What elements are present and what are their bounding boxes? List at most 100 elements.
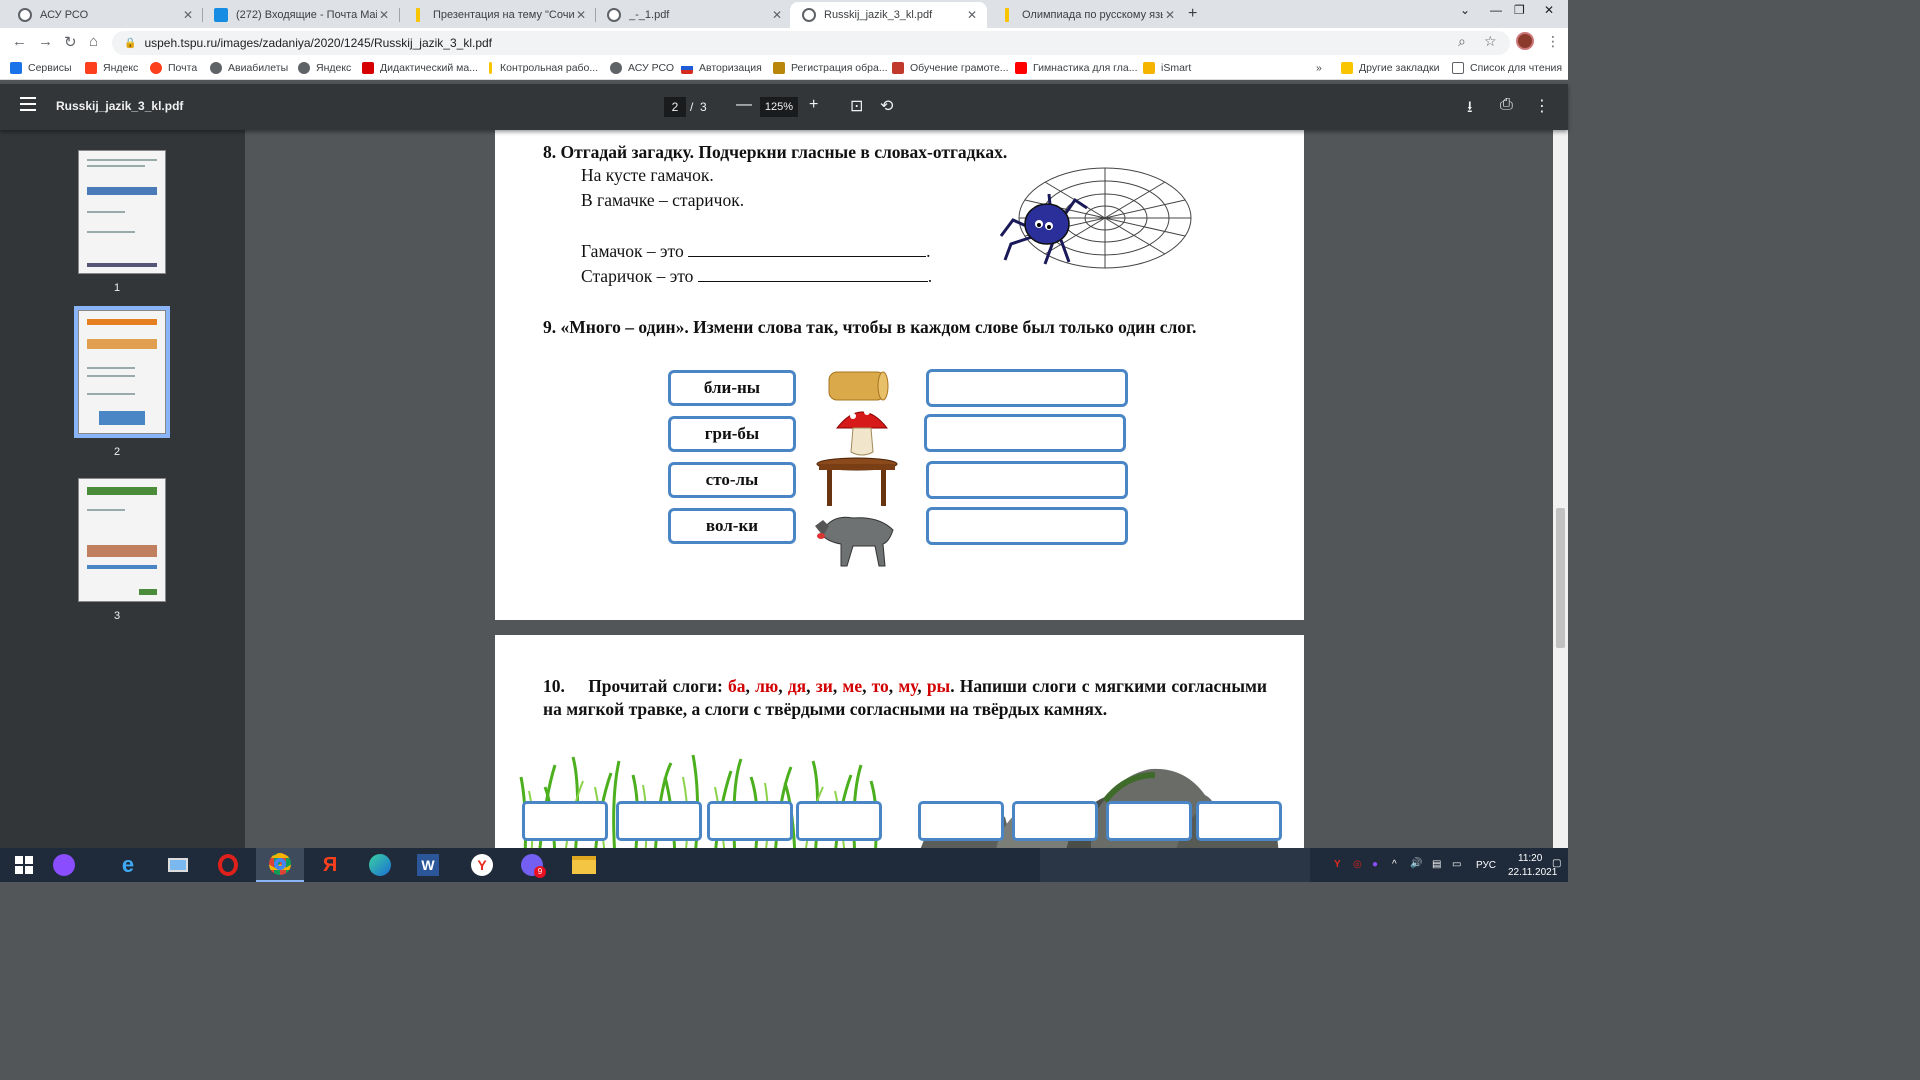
- back-icon[interactable]: ←: [12, 33, 27, 50]
- tab-mail[interactable]: (272) Входящие - Почта Mail.ru ✕: [202, 2, 399, 28]
- grass-answer-box-4[interactable]: [796, 801, 882, 841]
- grass-answer-box-1[interactable]: [522, 801, 608, 841]
- yandex-tray-icon[interactable]: Y: [1334, 859, 1341, 870]
- bookmark-servisy[interactable]: Сервисы: [10, 62, 72, 74]
- taskbar-yandex-browser[interactable]: Y: [458, 848, 506, 882]
- bookmark-ismart[interactable]: iSmart: [1143, 62, 1191, 74]
- answer-line-1: Гамачок – это .: [581, 241, 931, 261]
- word-icon: W: [417, 854, 439, 876]
- zoom-level-input[interactable]: 125%: [760, 97, 798, 117]
- reload-icon[interactable]: ↻: [64, 33, 77, 51]
- taskbar-chrome[interactable]: [256, 848, 304, 882]
- vertical-scrollbar[interactable]: [1553, 130, 1568, 848]
- tab-pdf-1[interactable]: _-_1.pdf ✕: [595, 2, 792, 28]
- network-icon[interactable]: ▤: [1432, 859, 1441, 870]
- windows-taskbar: e Я W Y 9 Y ◎ ● ^ 🔊 ▤ ▭ РУС 11:20 22.11.…: [0, 848, 1568, 882]
- close-window-button[interactable]: ✕: [1544, 3, 1554, 17]
- opera-tray-icon[interactable]: ◎: [1353, 859, 1362, 870]
- bookmark-registraciya[interactable]: Регистрация обра...: [773, 62, 888, 74]
- zoom-in-button[interactable]: +: [809, 96, 818, 114]
- bookmark-yandex[interactable]: Яндекс: [85, 62, 138, 74]
- new-tab-button[interactable]: +: [1188, 5, 1197, 23]
- taskbar-yandex[interactable]: Я: [306, 848, 354, 882]
- restore-button[interactable]: ❐: [1514, 3, 1525, 17]
- download-icon[interactable]: ⭳: [1467, 96, 1473, 123]
- tray-expand-icon[interactable]: ^: [1392, 859, 1397, 870]
- page-number-input[interactable]: 2: [664, 97, 686, 117]
- clock-date[interactable]: 22.11.2021: [1508, 867, 1557, 878]
- zoom-icon[interactable]: ⌕: [1458, 33, 1466, 50]
- language-indicator[interactable]: РУС: [1476, 860, 1496, 871]
- reading-list[interactable]: Список для чтения: [1452, 62, 1562, 74]
- stone-answer-box-1[interactable]: [918, 801, 1004, 841]
- bookmark-kontrolnaya[interactable]: Контрольная рабо...: [487, 62, 598, 74]
- browser-toolbar: ← → ↻ ⌂ 🔒 uspeh.tspu.ru/images/zadaniya/…: [0, 28, 1568, 58]
- answer-box-4[interactable]: [926, 507, 1128, 545]
- thumbnail-page-2[interactable]: [74, 306, 170, 438]
- more-actions-icon[interactable]: ⋮: [1534, 96, 1550, 116]
- close-icon[interactable]: ✕: [377, 8, 391, 22]
- answer-box-2[interactable]: [924, 414, 1126, 452]
- minimize-button[interactable]: —: [1490, 3, 1502, 17]
- close-icon[interactable]: ✕: [574, 8, 588, 22]
- grass-answer-box-3[interactable]: [707, 801, 793, 841]
- stone-answer-box-3[interactable]: [1106, 801, 1192, 841]
- fit-to-page-icon[interactable]: ⊡: [850, 96, 863, 116]
- thumbnail-page-3[interactable]: [78, 478, 166, 602]
- viber-tray-icon[interactable]: ●: [1372, 859, 1378, 870]
- clock-time[interactable]: 11:20: [1518, 853, 1542, 864]
- battery-icon[interactable]: ▭: [1452, 859, 1461, 870]
- alice-assistant-button[interactable]: [40, 848, 88, 882]
- yandex-mail-icon: [150, 62, 162, 74]
- scrollbar-thumb[interactable]: [1556, 508, 1565, 648]
- taskbar-explorer[interactable]: [560, 848, 608, 882]
- answer-blank[interactable]: [697, 267, 928, 282]
- tab-search-icon[interactable]: ⌄: [1460, 3, 1470, 17]
- tab-asu-rso[interactable]: АСУ РСО ✕: [6, 2, 203, 28]
- taskbar-viber[interactable]: 9: [508, 848, 556, 882]
- taskbar-ie[interactable]: e: [104, 848, 152, 882]
- thumbnail-page-1[interactable]: [78, 150, 166, 274]
- close-icon[interactable]: ✕: [1163, 8, 1177, 22]
- pdf-viewport[interactable]: 8. Отгадай загадку. Подчеркни гласные в …: [245, 130, 1553, 848]
- bookmark-aviabilety[interactable]: Авиабилеты: [210, 62, 288, 74]
- taskbar-computer[interactable]: [154, 848, 202, 882]
- answer-blank[interactable]: [688, 242, 927, 257]
- bookmark-obuchenie[interactable]: Обучение грамоте...: [892, 62, 1009, 74]
- taskbar-word[interactable]: W: [404, 848, 452, 882]
- print-icon[interactable]: ⎙: [1500, 96, 1513, 114]
- tab-olimpiada[interactable]: Олимпиада по русскому языку ✕: [988, 2, 1185, 28]
- answer-box-1[interactable]: [926, 369, 1128, 407]
- address-bar[interactable]: 🔒 uspeh.tspu.ru/images/zadaniya/2020/124…: [112, 31, 1510, 55]
- notifications-icon[interactable]: ▢: [1552, 858, 1561, 869]
- more-bookmarks-chevron[interactable]: »: [1316, 62, 1322, 74]
- bookmark-star-icon[interactable]: ☆: [1484, 33, 1497, 50]
- stone-answer-box-4[interactable]: [1196, 801, 1282, 841]
- taskbar-edge[interactable]: [356, 848, 404, 882]
- tab-presentation[interactable]: Презентация на тему "Сочиняе ✕: [399, 2, 596, 28]
- close-icon[interactable]: ✕: [770, 8, 784, 22]
- stone-answer-box-2[interactable]: [1012, 801, 1098, 841]
- taskbar-opera[interactable]: [204, 848, 252, 882]
- bookmark-other[interactable]: Другие закладки: [1341, 62, 1439, 74]
- rotate-icon[interactable]: ⟲: [880, 96, 893, 116]
- answer-box-3[interactable]: [926, 461, 1128, 499]
- grass-answer-box-2[interactable]: [616, 801, 702, 841]
- close-icon[interactable]: ✕: [181, 8, 195, 22]
- bookmark-didaktika[interactable]: Дидактический ма...: [362, 62, 478, 74]
- profile-avatar[interactable]: [1516, 32, 1534, 50]
- bookmark-avtorizaciya[interactable]: Авторизация: [681, 62, 762, 74]
- forward-icon[interactable]: →: [38, 33, 53, 50]
- bookmark-yandex-2[interactable]: Яндекс: [298, 62, 351, 74]
- hamburger-menu-icon[interactable]: [20, 97, 36, 111]
- close-icon[interactable]: ✕: [965, 8, 979, 22]
- volume-icon[interactable]: 🔊: [1410, 858, 1422, 869]
- bookmark-pochta[interactable]: Почта: [150, 62, 197, 74]
- zoom-out-button[interactable]: —: [736, 96, 752, 114]
- home-icon[interactable]: ⌂: [89, 33, 98, 50]
- bookmark-gimnastika[interactable]: Гимнастика для гла...: [1015, 62, 1138, 74]
- tab-title: Russkij_jazik_3_kl.pdf: [824, 9, 933, 21]
- kebab-menu-icon[interactable]: ⋮: [1546, 33, 1560, 50]
- bookmark-asu-rso[interactable]: АСУ РСО: [610, 62, 674, 74]
- tab-russkij-jazik[interactable]: Russkij_jazik_3_kl.pdf ✕: [790, 2, 987, 28]
